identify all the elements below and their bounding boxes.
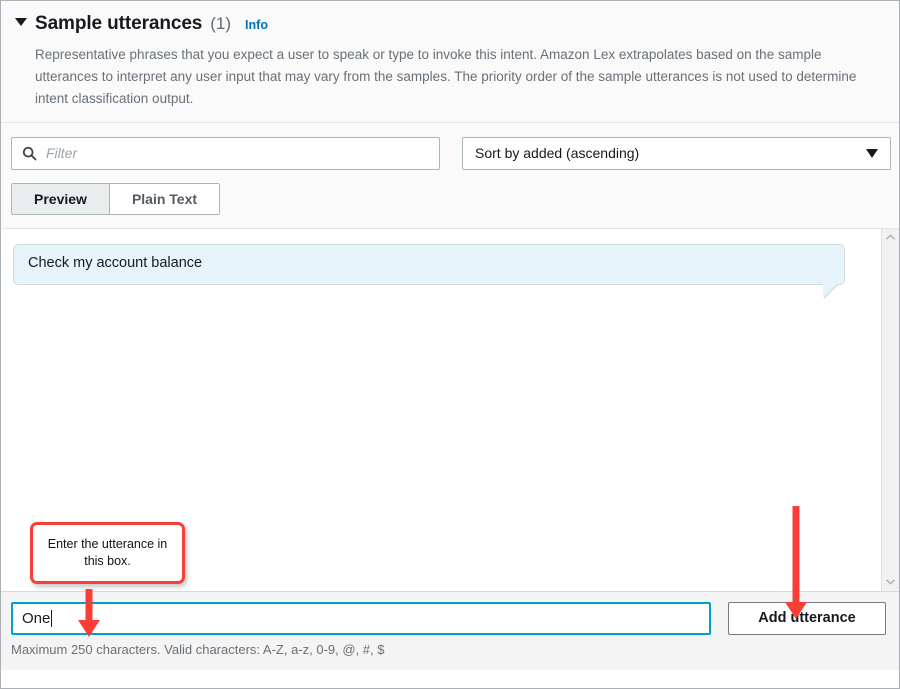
tab-group: Preview Plain Text — [11, 182, 221, 215]
add-utterance-button[interactable]: Add utterance — [728, 601, 886, 635]
input-helper-text: Maximum 250 characters. Valid characters… — [11, 641, 385, 657]
sample-utterances-panel: Sample utterances (1) Info Representativ… — [0, 0, 900, 689]
info-link[interactable]: Info — [245, 18, 268, 32]
filter-input[interactable]: Filter — [11, 136, 440, 170]
bubble-tail-icon — [823, 283, 837, 298]
triangle-down-icon[interactable] — [15, 18, 27, 26]
tab-preview[interactable]: Preview — [12, 183, 109, 214]
utterance-entry-footer: One Add utterance Maximum 250 characters… — [1, 590, 899, 670]
utterance-input-value: One — [22, 609, 51, 627]
section-header: Sample utterances (1) Info Representativ… — [1, 1, 899, 122]
utterance-item[interactable]: Check my account balance — [13, 243, 845, 298]
chevron-down-icon[interactable] — [882, 574, 899, 591]
view-mode-tabs: Preview Plain Text — [1, 169, 899, 215]
filter-placeholder: Filter — [46, 145, 78, 162]
utterance-input[interactable]: One — [11, 601, 711, 635]
sort-select[interactable]: Sort by added (ascending) — [462, 136, 891, 170]
search-icon — [22, 146, 37, 160]
list-scrollbar[interactable] — [881, 228, 899, 591]
section-description: Representative phrases that you expect a… — [35, 47, 857, 106]
chevron-up-icon[interactable] — [882, 229, 899, 246]
title-row: Sample utterances (1) Info — [15, 13, 881, 35]
filter-row: Filter Sort by added (ascending) — [11, 136, 891, 170]
utterance-count: (1) — [210, 14, 232, 33]
text-cursor — [51, 609, 53, 627]
page-title: Sample utterances — [35, 13, 203, 34]
tab-plain-text[interactable]: Plain Text — [108, 183, 220, 214]
utterance-bubble[interactable]: Check my account balance — [13, 243, 845, 285]
input-row: One Add utterance — [11, 601, 889, 635]
sort-selected-value: Sort by added (ascending) — [475, 145, 640, 162]
chevron-down-icon — [866, 148, 878, 158]
tabs-spacer — [1, 214, 899, 228]
annotation-callout: Enter the utterance in this box. — [30, 522, 185, 584]
toolbar: Filter Sort by added (ascending) — [1, 122, 899, 170]
